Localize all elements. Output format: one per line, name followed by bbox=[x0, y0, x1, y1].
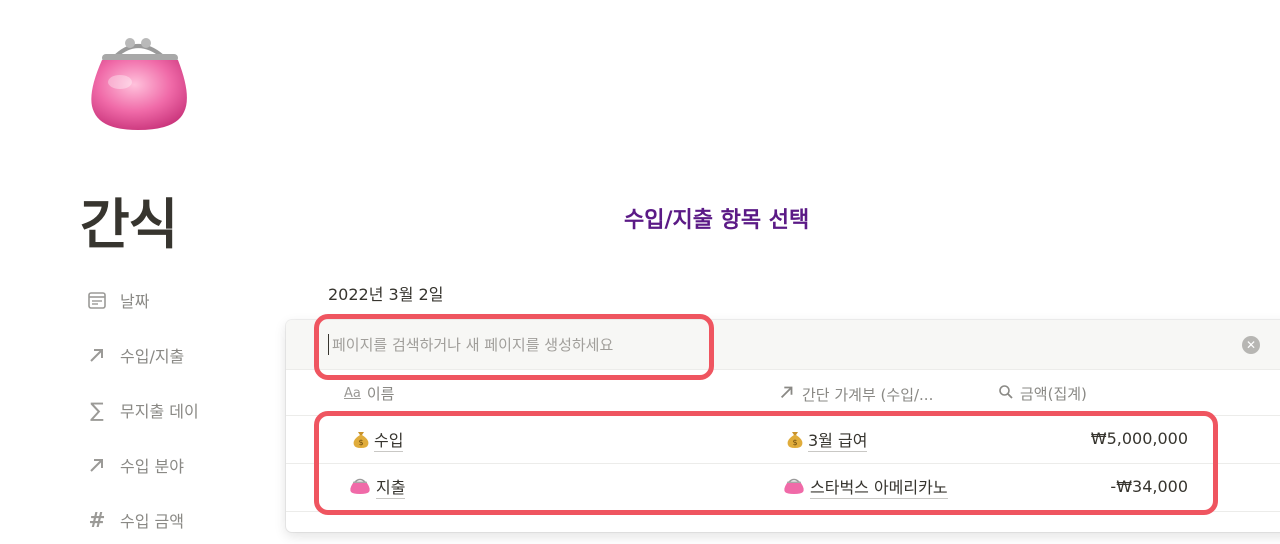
search-input[interactable] bbox=[332, 333, 832, 357]
svg-text:$: $ bbox=[358, 438, 363, 447]
page-title[interactable]: 간식 bbox=[80, 180, 178, 259]
property-label: 무지출 데이 bbox=[120, 401, 199, 421]
sigma-icon: ∑ bbox=[90, 397, 104, 422]
annotation-caption: 수입/지출 항목 선택 bbox=[624, 208, 810, 233]
property-label: 수입 분야 bbox=[120, 456, 184, 476]
column-name: Aa 이름 bbox=[344, 383, 394, 404]
related-cell: $ 3월 급여 bbox=[786, 429, 868, 453]
property-income-category[interactable]: 수입 분야 bbox=[86, 437, 199, 492]
column-relation: 간단 가계부 (수입/... bbox=[778, 383, 933, 405]
property-label: 날짜 bbox=[120, 291, 150, 311]
related-cell: 스타벅스 아메리카노 bbox=[782, 477, 948, 499]
amount-value: ₩5,000,000 bbox=[1090, 429, 1188, 448]
name-cell: 지출 bbox=[348, 477, 406, 499]
text-caret bbox=[328, 334, 329, 355]
svg-text:$: $ bbox=[792, 438, 797, 447]
list-header: Aa 이름 간단 가계부 (수입/... 금액(집계) bbox=[286, 370, 1280, 416]
list-item[interactable]: 지출 스타벅스 아메리카노 -₩34,000 bbox=[286, 464, 1280, 512]
list-item[interactable]: $ 수입 $ 3월 급여 ₩5,000,000 bbox=[286, 416, 1280, 464]
clear-icon[interactable]: ✕ bbox=[1242, 336, 1260, 354]
column-rollup: 금액(집계) bbox=[998, 383, 1087, 404]
number-hash-icon: # bbox=[88, 507, 106, 532]
property-date[interactable]: 날짜 bbox=[86, 272, 199, 327]
calendar-icon bbox=[86, 290, 108, 310]
related-page: 3월 급여 bbox=[808, 430, 868, 452]
property-label: 수입/지출 bbox=[120, 346, 185, 366]
relation-arrow-icon bbox=[86, 345, 108, 365]
property-no-spend-day[interactable]: ∑ 무지출 데이 bbox=[86, 382, 199, 437]
notion-page: 간식 수입/지출 항목 선택 날짜 수입/지출 ∑ 무지출 데이 수입 분야 # bbox=[0, 0, 1280, 544]
relation-arrow-icon bbox=[86, 455, 108, 475]
column-label: 이름 bbox=[366, 385, 395, 403]
date-value[interactable]: 2022년 3월 2일 bbox=[328, 281, 443, 305]
column-label: 금액(집계) bbox=[1020, 385, 1087, 403]
item-name: 지출 bbox=[376, 477, 406, 499]
money-bag-icon: $ bbox=[352, 429, 370, 453]
column-label: 간단 가계부 (수입/... bbox=[802, 385, 934, 404]
property-label: 수입 금액 bbox=[120, 511, 184, 531]
relation-arrow-icon bbox=[778, 383, 796, 405]
coin-purse-icon bbox=[348, 477, 372, 499]
property-list: 날짜 수입/지출 ∑ 무지출 데이 수입 분야 # 수입 금액 bbox=[86, 272, 199, 544]
amount-value: -₩34,000 bbox=[1110, 477, 1188, 496]
relation-popup: ✕ Aa 이름 간단 가계부 (수입/... 금액(집계) bbox=[286, 320, 1280, 532]
related-page: 스타벅스 아메리카노 bbox=[810, 477, 948, 499]
text-type-icon: Aa bbox=[344, 386, 361, 401]
name-cell: $ 수입 bbox=[352, 429, 404, 453]
coin-purse-icon[interactable] bbox=[80, 32, 200, 136]
money-bag-icon: $ bbox=[786, 429, 804, 453]
item-name: 수입 bbox=[374, 430, 404, 452]
coin-purse-icon bbox=[782, 477, 806, 499]
property-income-expense[interactable]: 수입/지출 bbox=[86, 327, 199, 382]
property-income-amount[interactable]: # 수입 금액 bbox=[86, 492, 199, 544]
search-bar: ✕ bbox=[286, 320, 1280, 370]
search-icon bbox=[998, 384, 1014, 404]
